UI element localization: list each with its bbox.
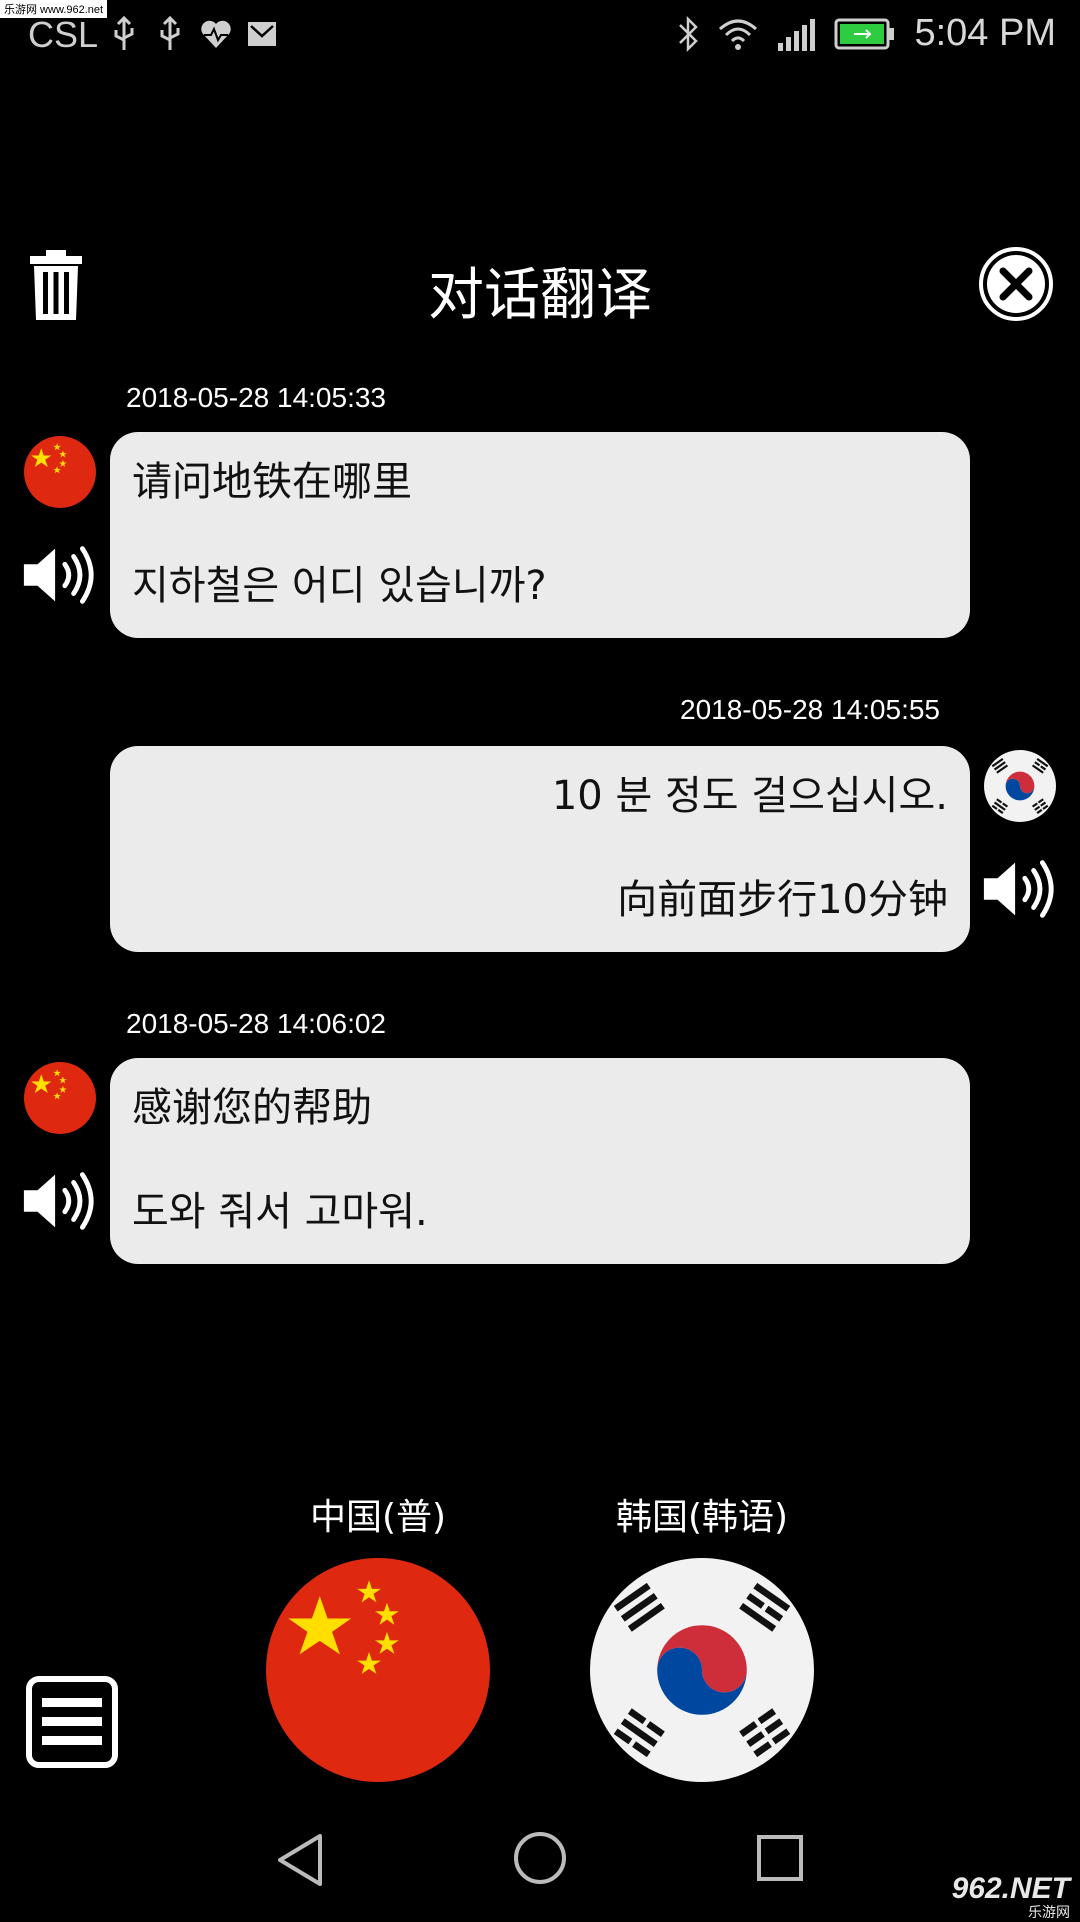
carrier-label: CSL xyxy=(28,14,99,55)
speaker-icon[interactable] xyxy=(980,856,1058,922)
left-language-label: 中国(普) xyxy=(309,1497,447,1538)
message-timestamp: 2018-05-28 14:05:33 xyxy=(126,382,386,413)
status-right: 5:04 PM xyxy=(676,12,1056,55)
china-flag-icon xyxy=(266,1558,490,1782)
signal-icon xyxy=(778,18,816,51)
message-translation-text: 向前面步行10分钟 xyxy=(617,877,948,923)
mail-icon xyxy=(248,22,276,46)
menu-icon xyxy=(26,1676,118,1768)
watermark-logo-sub: 乐游网 xyxy=(1028,1904,1070,1920)
notification-icons xyxy=(108,16,278,52)
message-bubble[interactable]: 10 분 정도 걸으십시오. 向前面步行10分钟 xyxy=(110,746,970,952)
right-language-label: 韩国(韩语) xyxy=(615,1497,789,1538)
close-button[interactable] xyxy=(978,246,1054,322)
menu-button[interactable] xyxy=(26,1676,118,1768)
status-clock: 5:04 PM xyxy=(914,12,1056,54)
usb-icon xyxy=(114,16,134,50)
bluetooth-icon xyxy=(679,15,699,52)
nav-back-icon xyxy=(278,1834,322,1886)
message-translation-text: 지하철은 어디 있습니까? xyxy=(132,563,547,609)
usb-icon xyxy=(160,16,180,50)
heart-rate-icon xyxy=(201,20,231,48)
message-source-text: 请问地铁在哪里 xyxy=(132,459,412,505)
wifi-icon xyxy=(719,19,758,50)
speak-korean-button[interactable] xyxy=(590,1558,814,1782)
message-bubble[interactable]: 感谢您的帮助 도와 줘서 고마워. xyxy=(110,1058,970,1264)
china-flag-icon xyxy=(24,1062,96,1134)
korea-flag-icon xyxy=(590,1558,814,1782)
watermark-logo-main: 962.NET xyxy=(951,1872,1070,1905)
speaker-icon[interactable] xyxy=(20,1168,98,1234)
nav-recent-button[interactable] xyxy=(756,1834,804,1882)
speak-chinese-button[interactable] xyxy=(266,1558,490,1782)
message-source-text: 10 분 정도 걸으십시오. xyxy=(551,773,948,819)
china-flag-icon xyxy=(24,436,96,508)
message-timestamp: 2018-05-28 14:06:02 xyxy=(126,1008,386,1039)
message-translation-text: 도와 줘서 고마워. xyxy=(132,1189,428,1235)
page-title: 对话翻译 xyxy=(428,263,652,328)
status-bar: 乐游网 www.962.net CSL 5:04 PM xyxy=(0,0,1080,72)
nav-home-icon xyxy=(514,1832,566,1884)
nav-home-button[interactable] xyxy=(512,1830,568,1886)
korea-flag-icon xyxy=(984,750,1056,822)
message-timestamp: 2018-05-28 14:05:55 xyxy=(680,694,940,725)
watermark-logo: 962.NET 乐游网 xyxy=(952,1872,1070,1922)
nav-back-button[interactable] xyxy=(272,1830,332,1890)
nav-recent-icon xyxy=(757,1835,803,1881)
close-circle-icon xyxy=(979,247,1053,321)
message-bubble[interactable]: 请问地铁在哪里 지하철은 어디 있습니까? xyxy=(110,432,970,638)
message-source-text: 感谢您的帮助 xyxy=(132,1085,372,1131)
battery-icon xyxy=(834,18,895,49)
speaker-icon[interactable] xyxy=(20,542,98,608)
